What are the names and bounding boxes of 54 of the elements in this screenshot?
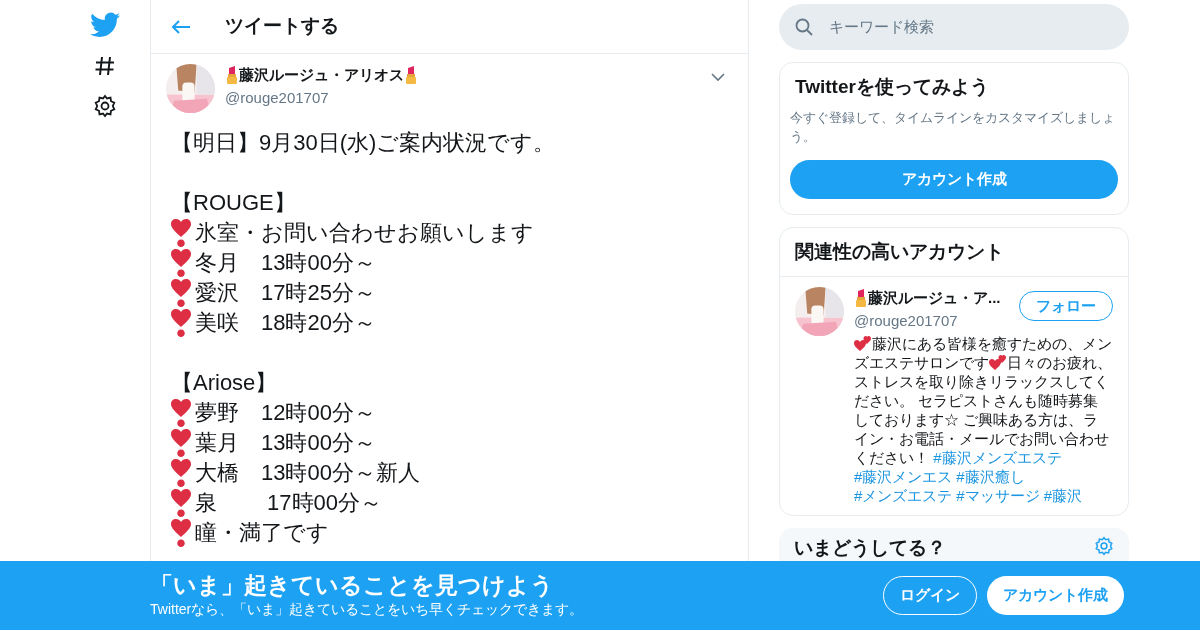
tweet-line: 氷室・お問い合わせお願いします: [195, 219, 534, 247]
card-text: 今すぐ登録して、タイムラインをカスタマイズしましょう。: [790, 108, 1116, 146]
banner-subtitle: Twitterなら、「いま」起きていることをいち早くチェックできます。: [150, 600, 585, 619]
tweet-line: 愛沢 17時25分～: [195, 279, 376, 307]
back-arrow-icon[interactable]: [171, 18, 191, 35]
heart-icon: [171, 399, 191, 427]
heart-icon: [171, 249, 191, 277]
author-handle[interactable]: @rouge201707: [225, 86, 701, 109]
tweet-line: 大橋 13時00分～新人: [195, 459, 420, 487]
search-field[interactable]: キーワード検索: [829, 15, 1113, 39]
heart-icon: [171, 429, 191, 457]
card-title: 関連性の高いアカウント: [795, 240, 1004, 262]
create-account-button[interactable]: アカウント作成: [790, 159, 1118, 199]
author-name[interactable]: 藤沢ルージュ・アリオス: [239, 64, 404, 87]
heart-icon: [171, 459, 191, 487]
heart-icon: [171, 219, 191, 247]
settings-icon[interactable]: [93, 94, 117, 118]
lipstick-icon: [404, 66, 418, 85]
banner-title: 「いま」起きていることを見つけよう: [150, 571, 555, 599]
card-title: Twitterを使ってみよう: [794, 75, 990, 99]
tweet-line: 【Ariose】: [171, 369, 278, 397]
hashtag-link[interactable]: #藤沢癒し: [956, 468, 1025, 485]
tweet-line: 泉 17時00分～: [195, 489, 383, 517]
card-title: いまどうしてる？: [794, 536, 946, 560]
hearts-icon: [989, 354, 1007, 370]
account-name[interactable]: 藤沢ルージュ・ア...: [868, 287, 1001, 310]
account-handle[interactable]: @rouge201707: [854, 309, 1013, 332]
hashtag-icon[interactable]: [93, 54, 117, 78]
chevron-down-icon[interactable]: [711, 72, 725, 82]
heart-icon: [171, 279, 191, 307]
lipstick-icon: [854, 289, 868, 308]
hashtag-link[interactable]: #藤沢メンエス: [854, 468, 953, 485]
heart-icon: [171, 519, 191, 547]
search-bar[interactable]: キーワード検索: [779, 4, 1129, 50]
hashtag-link[interactable]: #メンズエステ: [854, 487, 953, 504]
tweet-line: 夢野 12時00分～: [195, 399, 376, 427]
hashtag-link[interactable]: #藤沢メンズエステ: [933, 449, 1062, 466]
heart-icon: [171, 489, 191, 517]
hashtag-link[interactable]: #藤沢: [1043, 487, 1083, 504]
tweet-line: 美咲 18時20分～: [195, 309, 376, 337]
tweet-line: 冬月 13時00分～: [195, 249, 376, 277]
hearts-icon: [854, 335, 872, 351]
create-account-button[interactable]: アカウント作成: [987, 576, 1124, 615]
header-title: ツイートする: [225, 14, 339, 39]
lipstick-icon: [225, 66, 239, 85]
search-icon: [795, 18, 813, 36]
bird-logo-icon[interactable]: [90, 12, 120, 38]
tweet-line: 【明日】9月30日(水)ご案内状況です。: [171, 129, 556, 157]
tweet-line: 【ROUGE】: [171, 189, 296, 217]
tweet-line: 瞳・満了です: [195, 519, 329, 547]
heart-icon: [171, 309, 191, 337]
tweet-line: 葉月 13時00分～: [195, 429, 376, 457]
account-bio: 藤沢にある皆様を癒すための、メンズエステサロンです 日々のお疲れ、ストレスを取り除きリラックスしてください。 セラピストさんも随時募集しております☆ ご興味ある方は、ライン・お電話・メールでお問い合わせください！ #藤沢メンズエステ #藤沢メンエス #藤沢癒し #メンズエステ #マッサージ #藤沢: [854, 334, 1113, 505]
hashtag-link[interactable]: #マッサージ: [956, 487, 1040, 504]
